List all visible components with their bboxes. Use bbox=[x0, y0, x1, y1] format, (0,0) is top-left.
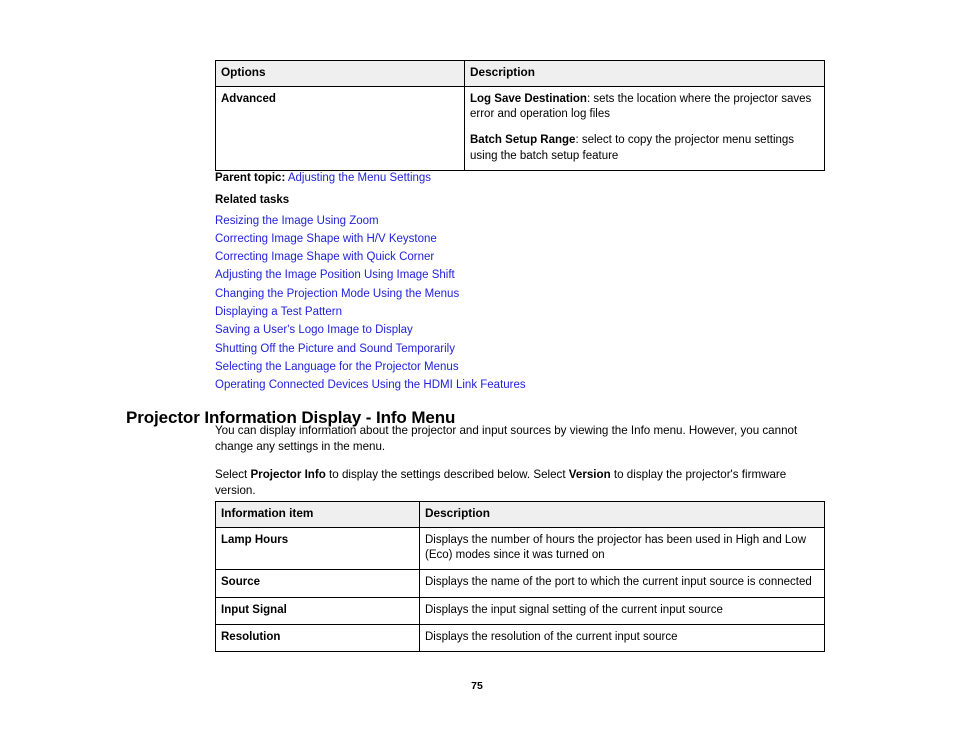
info-description-cell: Displays the resolution of the current i… bbox=[419, 623, 825, 653]
table-row: Input Signal Displays the input signal s… bbox=[215, 596, 825, 625]
column-header-information-item: Information item bbox=[215, 501, 420, 528]
document-page: Options Description Advanced Log Save De… bbox=[0, 0, 954, 738]
description-paragraph: Batch Setup Range: select to copy the pr… bbox=[470, 133, 819, 164]
option-description-cell: Log Save Destination: sets the location … bbox=[464, 85, 825, 171]
related-task-link[interactable]: Saving a User's Logo Image to Display bbox=[215, 324, 413, 336]
info-item-cell: Source bbox=[215, 569, 420, 598]
section-body: You can display information about the pr… bbox=[215, 423, 812, 498]
related-task-link[interactable]: Adjusting the Image Position Using Image… bbox=[215, 269, 455, 281]
parent-topic-link[interactable]: Adjusting the Menu Settings bbox=[288, 172, 431, 184]
table-row: Lamp Hours Displays the number of hours … bbox=[215, 526, 825, 571]
description-paragraph: Log Save Destination: sets the location … bbox=[470, 92, 819, 123]
related-task-link[interactable]: Shutting Off the Picture and Sound Tempo… bbox=[215, 343, 455, 355]
setting-name: Log Save Destination bbox=[470, 92, 587, 105]
setting-name: Batch Setup Range bbox=[470, 134, 576, 147]
table-header-row: Information item Description bbox=[215, 501, 825, 528]
intro-paragraph: You can display information about the pr… bbox=[215, 424, 798, 453]
table-header-row: Options Description bbox=[215, 60, 825, 87]
menu-name-version: Version bbox=[568, 468, 611, 481]
page-number: 75 bbox=[471, 680, 483, 692]
related-task-link[interactable]: Selecting the Language for the Projector… bbox=[215, 361, 459, 373]
list-item: Saving a User's Logo Image to Display bbox=[215, 321, 835, 339]
list-item: Displaying a Test Pattern bbox=[215, 303, 835, 321]
list-item: Adjusting the Image Position Using Image… bbox=[215, 266, 835, 284]
menu-name-projector-info: Projector Info bbox=[250, 468, 326, 481]
info-description-cell: Displays the name of the port to which t… bbox=[419, 569, 825, 598]
related-task-link[interactable]: Displaying a Test Pattern bbox=[215, 306, 342, 318]
paragraph-text: to display the settings described below.… bbox=[325, 468, 569, 481]
table-row: Resolution Displays the resolution of th… bbox=[215, 623, 825, 653]
select-paragraph: Select Projector Info to display the set… bbox=[215, 467, 812, 498]
list-item: Resizing the Image Using Zoom bbox=[215, 212, 835, 230]
information-item-table: Information item Description Lamp Hours … bbox=[215, 501, 825, 653]
info-item-cell: Resolution bbox=[215, 623, 420, 653]
related-topics-block: Parent topic: Adjusting the Menu Setting… bbox=[215, 169, 835, 395]
list-item: Operating Connected Devices Using the HD… bbox=[215, 376, 835, 394]
column-header-options: Options bbox=[215, 60, 465, 87]
column-header-description: Description bbox=[464, 60, 825, 87]
related-task-link[interactable]: Correcting Image Shape with H/V Keystone bbox=[215, 233, 437, 245]
parent-topic-line: Parent topic: Adjusting the Menu Setting… bbox=[215, 169, 835, 187]
list-item: Shutting Off the Picture and Sound Tempo… bbox=[215, 340, 835, 358]
list-item: Correcting Image Shape with Quick Corner bbox=[215, 248, 835, 266]
options-table: Options Description Advanced Log Save De… bbox=[215, 60, 825, 171]
related-task-link[interactable]: Resizing the Image Using Zoom bbox=[215, 215, 379, 227]
info-description-cell: Displays the number of hours the project… bbox=[419, 526, 825, 571]
column-header-description: Description bbox=[419, 501, 825, 528]
option-name-cell: Advanced bbox=[215, 85, 465, 171]
related-task-link[interactable]: Correcting Image Shape with Quick Corner bbox=[215, 251, 434, 263]
related-tasks-list: Resizing the Image Using Zoom Correcting… bbox=[215, 212, 835, 395]
list-item: Selecting the Language for the Projector… bbox=[215, 358, 835, 376]
related-tasks-heading: Related tasks bbox=[215, 194, 290, 207]
table-row: Advanced Log Save Destination: sets the … bbox=[215, 85, 825, 171]
paragraph-text: Select bbox=[215, 468, 251, 481]
list-item: Changing the Projection Mode Using the M… bbox=[215, 285, 835, 303]
info-description-cell: Displays the input signal setting of the… bbox=[419, 596, 825, 625]
related-task-link[interactable]: Changing the Projection Mode Using the M… bbox=[215, 288, 459, 300]
parent-topic-label: Parent topic: bbox=[215, 172, 286, 184]
list-item: Correcting Image Shape with H/V Keystone bbox=[215, 230, 835, 248]
info-item-cell: Lamp Hours bbox=[215, 526, 420, 571]
info-item-cell: Input Signal bbox=[215, 596, 420, 625]
related-task-link[interactable]: Operating Connected Devices Using the HD… bbox=[215, 379, 526, 391]
table-row: Source Displays the name of the port to … bbox=[215, 569, 825, 598]
